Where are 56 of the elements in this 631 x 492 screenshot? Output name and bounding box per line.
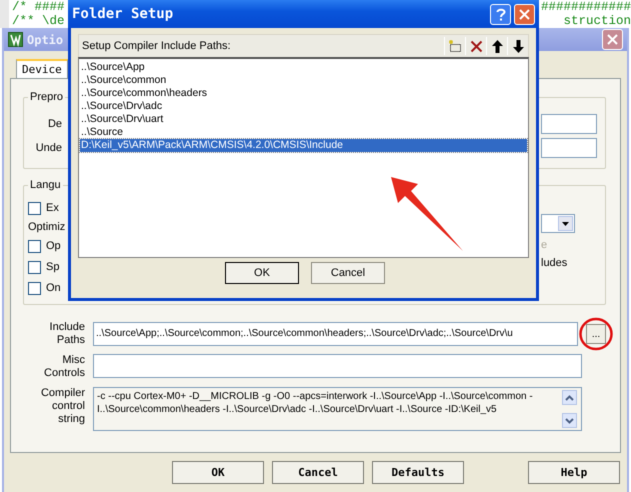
dialog-button[interactable]: Defaults	[372, 461, 464, 484]
field-label: Include Paths	[48, 321, 85, 347]
option-label: e	[541, 239, 548, 251]
tab[interactable]: Device	[16, 59, 68, 78]
checkbox[interactable]	[28, 260, 41, 274]
checkbox-label: On	[46, 282, 61, 294]
window-title: Folder Setup	[72, 6, 174, 22]
dialog-button[interactable]: Cancel	[311, 262, 385, 284]
scroll-down-icon[interactable]	[562, 413, 577, 428]
window-title: Optio	[27, 32, 64, 46]
close-icon	[607, 34, 618, 45]
list-heading: Setup Compiler Include Paths:	[81, 40, 231, 52]
list-item[interactable]: ..\Source\App	[80, 61, 527, 74]
dropdown[interactable]	[541, 214, 575, 233]
help-button[interactable]	[490, 4, 511, 24]
dialog-button[interactable]: Cancel	[272, 461, 364, 484]
list-item[interactable]: ..\Source\Drv\uart	[80, 113, 527, 126]
list-item[interactable]: ..\Source	[80, 126, 527, 139]
section-label: Optimiz	[28, 221, 66, 233]
input-field[interactable]	[541, 138, 597, 158]
help-icon	[496, 8, 506, 20]
code-text: /* ####	[12, 0, 65, 14]
field-label: De	[48, 118, 62, 130]
checkbox-label: Sp	[46, 261, 60, 273]
highlight-circle	[579, 317, 613, 351]
list-item[interactable]: ..\Source\Drv\adc	[80, 100, 527, 113]
checkbox[interactable]	[28, 282, 41, 294]
code-text: /** \de	[12, 14, 65, 28]
dialog-button[interactable]: OK	[172, 461, 264, 484]
field-label: Compiler control string	[40, 387, 85, 426]
list-item[interactable]: D:\Keil_v5\ARM\Pack\ARM\CMSIS\4.2.0\CMSIS\Include	[80, 139, 527, 152]
list-item[interactable]: ..\Source\common\headers	[80, 87, 527, 100]
dialog-button[interactable]: Help	[528, 461, 620, 484]
input-field[interactable]	[541, 114, 597, 134]
browse-button[interactable]: ...	[586, 324, 606, 344]
input-field[interactable]	[93, 354, 582, 378]
input-field[interactable]: ..\Source\App;..\Source\common;..\Source\common\headers;..\Source\Drv\adc;..\Source\Drv\u	[93, 322, 578, 346]
option-label: ludes	[541, 257, 568, 269]
scroll-up-icon[interactable]	[562, 390, 577, 405]
compiler-string: -c --cpu Cortex-M0+ -D__MICROLIB -g -O0 --apcs=interwork -I..\Source\App -I..\Source\common -I..\Source\common\headers -I..\Source\Drv\adc -I..\Source\Drv\uart -I..\Source -ID:\Keil_v5	[96, 390, 534, 417]
list-item[interactable]: ..\Source\common	[80, 74, 527, 87]
checkbox[interactable]	[28, 240, 41, 252]
checkbox-label: Op	[46, 240, 61, 252]
close-button[interactable]	[514, 4, 535, 24]
app-icon	[8, 32, 23, 47]
field-label: Misc Controls	[43, 354, 85, 380]
checkbox[interactable]	[28, 202, 41, 214]
code-text: ############	[540, 0, 631, 14]
field-label: Unde	[36, 142, 62, 154]
group-title: Langu	[28, 179, 63, 191]
dialog-button[interactable]: OK	[225, 262, 299, 284]
checkbox-label: Ex	[46, 202, 59, 214]
group-title: Prepro	[28, 91, 66, 103]
code-text: struction	[563, 14, 631, 28]
close-icon	[519, 8, 530, 20]
editor-gutter	[0, 0, 9, 28]
